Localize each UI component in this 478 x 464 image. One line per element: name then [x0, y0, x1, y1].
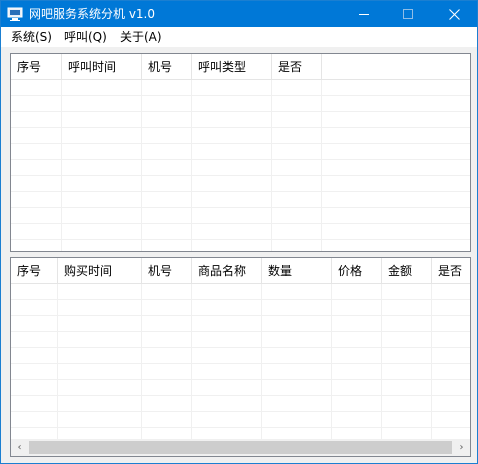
close-button[interactable] — [431, 1, 477, 27]
column-header-machine-no[interactable]: 机号 — [142, 54, 192, 80]
window-title: 网吧服务系统分机 v1.0 — [29, 7, 156, 21]
app-window: 网吧服务系统分机 v1.0 系统(S) 呼叫(Q) 关于(A) 序号 呼叫时间 … — [0, 0, 478, 464]
title-bar[interactable]: 网吧服务系统分机 v1.0 — [1, 1, 477, 27]
call-list-body — [11, 80, 470, 251]
menu-system[interactable]: 系统(S) — [9, 29, 54, 45]
column-header-quantity[interactable]: 数量 — [262, 258, 332, 284]
purchase-list-body — [11, 284, 470, 439]
menu-about[interactable]: 关于(A) — [118, 29, 164, 45]
purchase-list-view[interactable]: 序号 购买时间 机号 商品名称 数量 价格 金额 是否 ‹ › — [10, 257, 471, 457]
computer-app-icon — [7, 7, 23, 21]
scroll-right-button[interactable]: › — [453, 439, 470, 456]
scroll-left-button[interactable]: ‹ — [11, 439, 28, 456]
menu-call[interactable]: 呼叫(Q) — [62, 29, 109, 45]
minimize-button[interactable] — [342, 1, 386, 27]
column-header-amount[interactable]: 金额 — [382, 258, 432, 284]
column-header-call-time[interactable]: 呼叫时间 — [62, 54, 142, 80]
maximize-icon — [403, 9, 413, 19]
scrollbar-thumb[interactable] — [29, 441, 452, 454]
menu-bar: 系统(S) 呼叫(Q) 关于(A) — [1, 27, 477, 47]
column-header-status[interactable]: 是否 — [272, 54, 322, 80]
column-header-purchase-time[interactable]: 购买时间 — [58, 258, 142, 284]
horizontal-scrollbar[interactable]: ‹ › — [11, 439, 470, 456]
chevron-left-icon: ‹ — [17, 442, 22, 453]
column-header-machine-no[interactable]: 机号 — [142, 258, 192, 284]
column-header-status[interactable]: 是否 — [432, 258, 470, 284]
minimize-icon — [359, 13, 369, 15]
column-header-call-type[interactable]: 呼叫类型 — [192, 54, 272, 80]
column-header-price[interactable]: 价格 — [332, 258, 382, 284]
call-list-header: 序号 呼叫时间 机号 呼叫类型 是否 — [11, 54, 470, 80]
maximize-button[interactable] — [386, 1, 430, 27]
purchase-list-header: 序号 购买时间 机号 商品名称 数量 价格 金额 是否 — [11, 258, 470, 284]
column-header-product-name[interactable]: 商品名称 — [192, 258, 262, 284]
column-header-index[interactable]: 序号 — [11, 54, 62, 80]
close-icon — [448, 8, 460, 20]
chevron-right-icon: › — [459, 442, 464, 453]
column-header-index[interactable]: 序号 — [11, 258, 58, 284]
call-list-view[interactable]: 序号 呼叫时间 机号 呼叫类型 是否 — [10, 53, 471, 252]
